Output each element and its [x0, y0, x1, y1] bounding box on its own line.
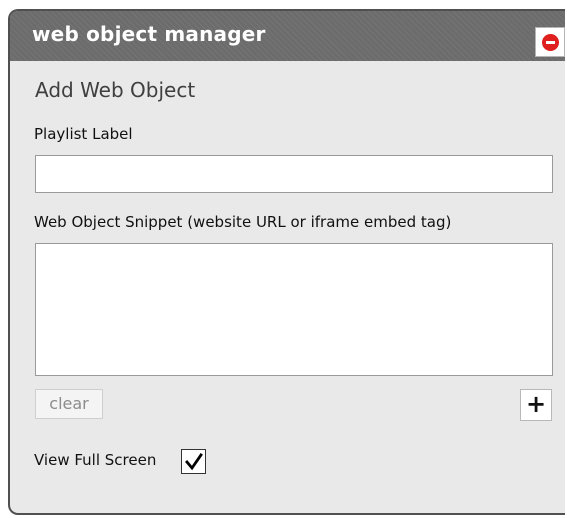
snippet-caption: Web Object Snippet (website URL or ifram… [34, 213, 452, 231]
dialog-title: web object manager [32, 22, 266, 46]
title-bar: web object manager [10, 11, 565, 61]
close-icon [542, 34, 559, 51]
clear-button[interactable]: clear [35, 389, 103, 419]
full-screen-label: View Full Screen [34, 451, 157, 469]
section-heading: Add Web Object [35, 78, 196, 102]
checkmark-icon [185, 453, 203, 471]
web-object-manager-dialog: web object manager Add Web Object Playli… [8, 9, 565, 515]
playlist-label-input[interactable] [35, 155, 553, 193]
full-screen-checkbox[interactable] [181, 449, 206, 474]
snippet-textarea[interactable] [35, 243, 553, 376]
close-button[interactable] [535, 27, 565, 57]
add-button[interactable]: + [520, 389, 552, 421]
playlist-label-caption: Playlist Label [34, 125, 133, 143]
